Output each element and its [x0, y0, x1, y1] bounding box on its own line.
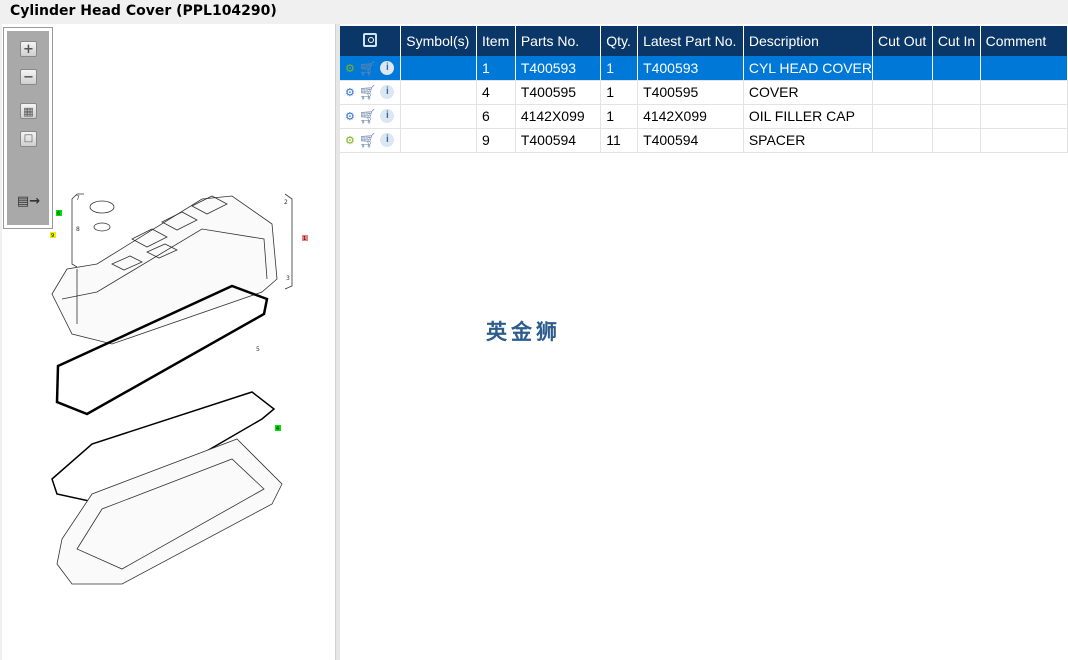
zoom-in-button[interactable]: +: [20, 41, 37, 57]
gears-icon[interactable]: ⚙: [345, 62, 355, 75]
callout-label: 8: [76, 226, 80, 233]
cut-out-cell: [872, 128, 933, 153]
part-no-cell: 4142X099: [515, 104, 602, 129]
row-actions: ⚙ 🛒︎ i: [340, 80, 402, 105]
page-title: Cylinder Head Cover (PPL104290): [10, 3, 277, 19]
part-no-cell: T400594: [515, 128, 602, 153]
plus-icon: +: [23, 41, 34, 57]
symbols-cell: [400, 128, 478, 153]
latest-part-no-cell: T400594: [637, 128, 744, 153]
callout-label: 5: [256, 346, 260, 353]
info-icon[interactable]: i: [380, 133, 395, 148]
tag-label[interactable]: 9: [51, 233, 54, 239]
column-header-qty[interactable]: Qty.: [600, 26, 639, 56]
cart-icon[interactable]: 🛒︎: [359, 108, 377, 125]
tag-label[interactable]: 1: [303, 236, 306, 242]
table-row[interactable]: ⚙ 🛒︎ i 6 4142X099 1 4142X099 OIL FILLER …: [340, 104, 1068, 129]
qty-cell: 11: [600, 128, 639, 153]
callout-label: 7: [76, 195, 80, 202]
qty-cell: 1: [600, 104, 639, 129]
diagram-toolbar: + − ▦ □ ▤→: [3, 27, 53, 229]
symbols-cell: [400, 104, 478, 129]
description-cell: CYL HEAD COVER: [743, 56, 874, 81]
column-header-description[interactable]: Description: [743, 26, 874, 56]
column-header-symbols[interactable]: Symbol(s): [400, 26, 478, 56]
info-icon[interactable]: i: [380, 109, 395, 124]
table-row[interactable]: ⚙ 🛒︎ i 9 T400594 11 T400594 SPACER: [340, 128, 1068, 153]
comment-cell: [980, 104, 1068, 129]
fit-window-button[interactable]: □: [20, 131, 37, 147]
part-no-cell: T400595: [515, 80, 602, 105]
grid-icon: ▦: [23, 104, 34, 118]
cart-icon[interactable]: 🛒︎: [359, 84, 377, 101]
row-actions: ⚙ 🛒︎ i: [340, 56, 402, 81]
info-icon[interactable]: i: [380, 85, 395, 100]
magnifier-icon: [363, 32, 378, 47]
item-cell: 9: [476, 128, 516, 153]
table-row[interactable]: ⚙ 🛒︎ i 1 T400593 1 T400593 CYL HEAD COVE…: [340, 56, 1068, 81]
comment-cell: [980, 56, 1068, 81]
gears-icon[interactable]: ⚙: [345, 86, 355, 99]
cart-icon[interactable]: 🛒︎: [359, 132, 377, 149]
gears-icon[interactable]: ⚙: [345, 110, 355, 123]
callout-label: 3: [286, 275, 290, 282]
search-column-header[interactable]: [340, 26, 402, 56]
square-icon: □: [23, 133, 34, 144]
symbols-cell: [400, 80, 478, 105]
column-header-latest-part-no[interactable]: Latest Part No.: [637, 26, 744, 56]
parts-table: Symbol(s) Item Parts No. Qty. Latest Par…: [340, 26, 1068, 153]
info-icon[interactable]: i: [380, 61, 395, 76]
cut-in-cell: [932, 56, 981, 81]
column-header-cut-in[interactable]: Cut In: [932, 26, 981, 56]
column-header-comment[interactable]: Comment: [980, 26, 1068, 56]
tag-label[interactable]: 4: [276, 426, 279, 432]
table-header: Symbol(s) Item Parts No. Qty. Latest Par…: [340, 26, 1068, 56]
comment-cell: [980, 80, 1068, 105]
row-actions: ⚙ 🛒︎ i: [340, 128, 402, 153]
description-cell: OIL FILLER CAP: [743, 104, 874, 129]
cut-in-cell: [932, 80, 981, 105]
export-arrow-icon: ▤→: [16, 193, 41, 209]
column-header-cut-out[interactable]: Cut Out: [872, 26, 933, 56]
column-header-item[interactable]: Item: [476, 26, 516, 56]
description-cell: COVER: [743, 80, 874, 105]
description-cell: SPACER: [743, 128, 874, 153]
gear-icon[interactable]: ⚙: [345, 134, 355, 147]
comment-cell: [980, 128, 1068, 153]
minus-icon: −: [23, 69, 34, 85]
export-button[interactable]: ▤→: [16, 193, 41, 209]
item-cell: 1: [476, 56, 516, 81]
item-cell: 6: [476, 104, 516, 129]
qty-cell: 1: [600, 80, 639, 105]
symbols-cell: [400, 56, 478, 81]
row-actions: ⚙ 🛒︎ i: [340, 104, 402, 129]
tag-label[interactable]: 6: [57, 211, 60, 217]
watermark: 英金狮: [486, 320, 561, 344]
fit-all-button[interactable]: ▦: [20, 103, 37, 119]
cut-in-cell: [932, 104, 981, 129]
cut-in-cell: [932, 128, 981, 153]
zoom-out-button[interactable]: −: [20, 69, 37, 85]
latest-part-no-cell: T400595: [637, 80, 744, 105]
part-no-cell: T400593: [515, 56, 602, 81]
cut-out-cell: [872, 56, 933, 81]
item-cell: 4: [476, 80, 516, 105]
parts-list-panel: Symbol(s) Item Parts No. Qty. Latest Par…: [340, 24, 1068, 660]
callout-label: 2: [284, 199, 288, 206]
column-header-parts-no[interactable]: Parts No.: [515, 26, 602, 56]
cut-out-cell: [872, 104, 933, 129]
cart-icon[interactable]: 🛒︎: [359, 60, 377, 77]
latest-part-no-cell: 4142X099: [637, 104, 744, 129]
latest-part-no-cell: T400593: [637, 56, 744, 81]
table-row[interactable]: ⚙ 🛒︎ i 4 T400595 1 T400595 COVER: [340, 80, 1068, 105]
cut-out-cell: [872, 80, 933, 105]
qty-cell: 1: [600, 56, 639, 81]
